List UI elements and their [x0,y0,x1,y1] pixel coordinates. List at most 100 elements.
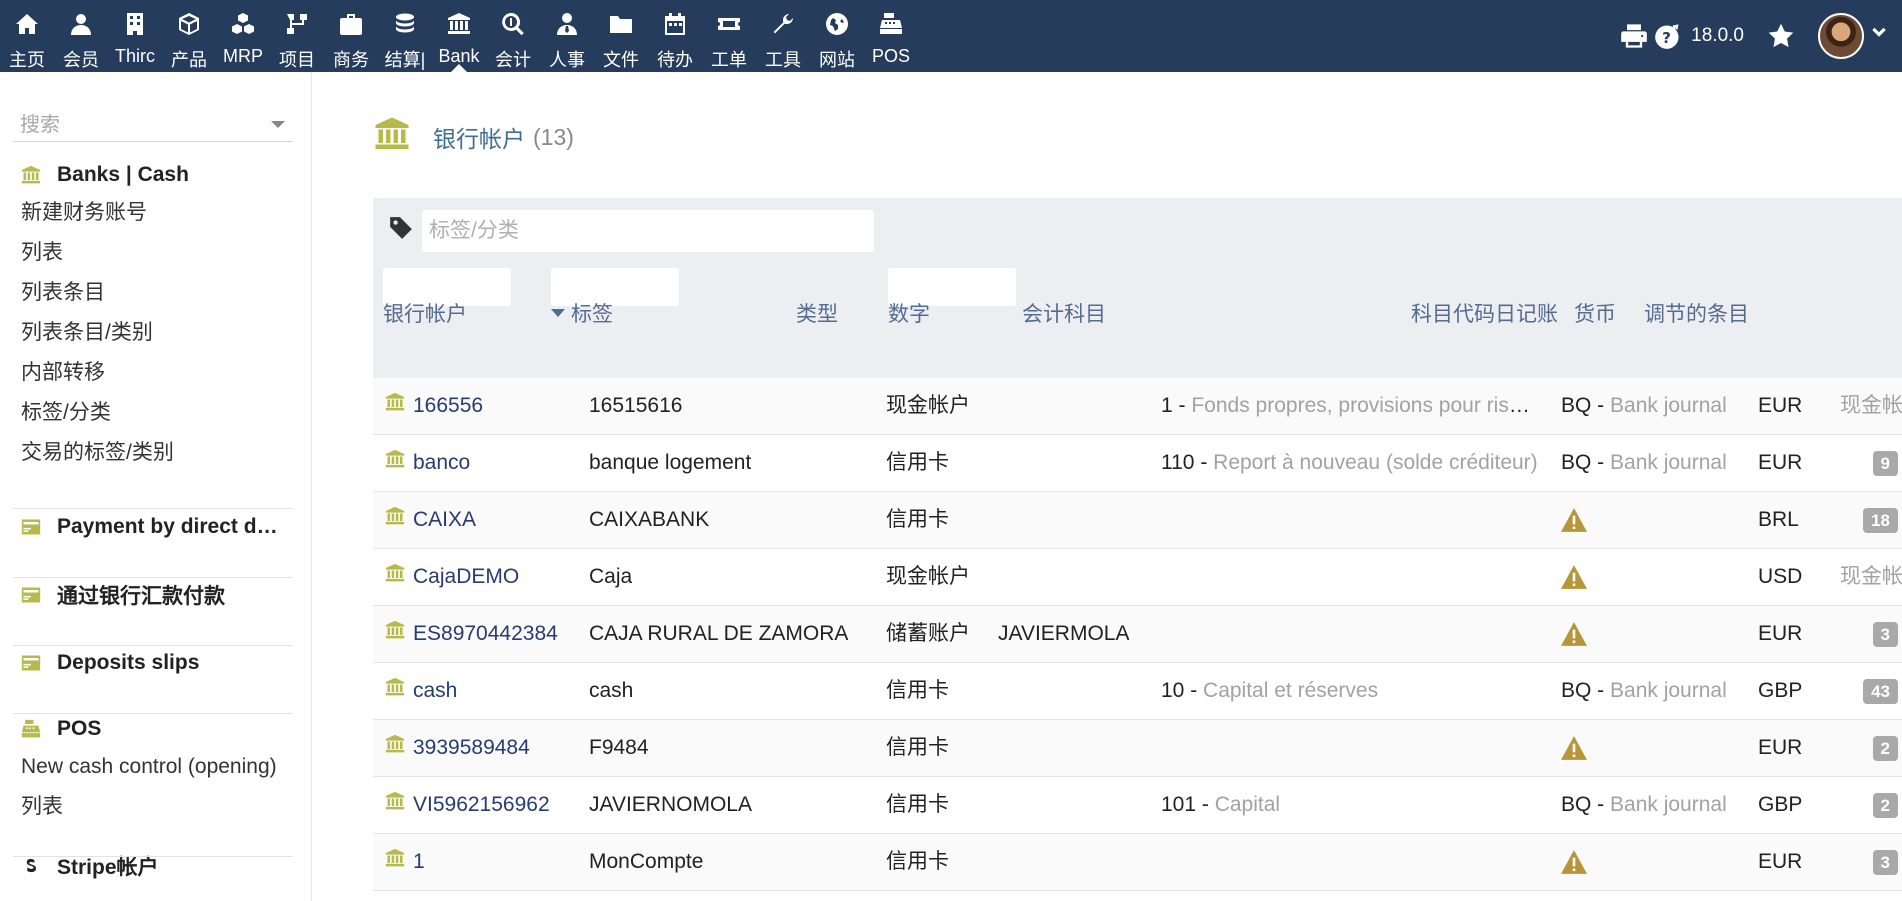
account-link[interactable]: CajaDEMO [385,549,519,605]
sidebar-link[interactable]: 新建财务账号 [0,193,300,233]
column-header-reconciled[interactable]: 调节的条目 [1644,298,1902,328]
warning-icon [1561,565,1587,590]
table-row[interactable]: 3939589484 F9484 信用卡 EUR 2 [373,720,1902,777]
nav-item-10[interactable]: 人事 [540,0,594,72]
sidebar-section-title[interactable]: Banks | Cash [0,157,311,193]
bank-icon [385,606,413,662]
column-header-type[interactable]: 类型 [796,298,838,328]
nav-item-7[interactable]: 结算| [378,0,432,72]
sidebar-link[interactable]: 列表 [0,787,300,827]
sidebar-search-input[interactable] [13,114,263,137]
nav-item-label: 结算| [384,50,426,70]
sidebar-link[interactable]: New cash control (opening) [0,747,300,787]
journal-name: Bank journal [1610,679,1727,702]
warning-icon [1561,622,1587,647]
column-header-accounting[interactable]: 会计科目 [1022,298,1106,328]
table-row[interactable]: VI5962156962 JAVIERNOMOLA 信用卡 101 - Capital… [373,777,1902,834]
account-label: Caja [589,565,633,588]
nav-item-2[interactable]: Thirc [108,0,162,72]
bookmark-star-icon[interactable] [1766,21,1796,51]
journal-cell: BQ - Bank journal [1561,777,1737,833]
nav-item-14[interactable]: 工具 [756,0,810,72]
caret-down-icon[interactable] [271,121,285,128]
nav-item-8[interactable]: Bank [432,0,486,72]
nav-item-9[interactable]: 会计 [486,0,540,72]
column-header-label[interactable]: 标签 [551,298,613,328]
print-icon[interactable] [1619,21,1649,51]
bank-icon [385,492,413,548]
building-icon [123,12,147,42]
sidebar-section-label: Banks | Cash [57,163,189,186]
nav-item-4[interactable]: MRP [216,0,270,72]
currency-code: BRL [1758,508,1799,531]
table-row[interactable]: CAIXA CAIXABANK 信用卡 BRL 18 [373,492,1902,549]
sidebar-link[interactable]: 交易的标签/类别 [0,433,300,473]
journal-cell: BQ - Bank journal [1561,663,1737,719]
table-row[interactable]: 1 MonCompte 信用卡 EUR 3 [373,834,1902,891]
nav-item-5[interactable]: 项目 [270,0,324,72]
nav-item-3[interactable]: 产品 [162,0,216,72]
bank-icon [20,165,42,185]
account-type: 储蓄账户 [886,622,970,645]
account-ref: banco [413,451,471,474]
reconciled-cell: 3 [1833,834,1902,890]
sidebar-section-title[interactable]: Payment by direct debit [0,509,311,545]
column-header-journal[interactable]: 科目代码日记账 [1411,298,1558,328]
nav-item-label: 会员 [63,50,99,70]
tag-icon [388,215,414,247]
chevron-down-icon[interactable] [1870,24,1888,48]
bank-icon [385,663,413,719]
nav-item-0[interactable]: 主页 [0,0,54,72]
sidebar-search[interactable] [13,110,293,142]
user-tie-icon [555,12,579,42]
column-header-number[interactable]: 数字 [888,298,930,328]
column-header-currency[interactable]: 货币 [1574,298,1616,328]
account-link[interactable]: 3939589484 [385,720,530,776]
table-row[interactable]: 166556 16515616 现金帐户 1 - Fonds propres, pro… [373,378,1902,435]
nav-item-11[interactable]: 文件 [594,0,648,72]
sidebar-link[interactable]: 列表条目/类别 [0,313,300,353]
journal-cell [1561,720,1737,776]
column-header-account[interactable]: 银行帐户 [383,298,467,328]
account-link[interactable]: CAIXA [385,492,476,548]
table-row[interactable]: cash cash 信用卡 10 - Capital et réserves BQ - … [373,663,1902,720]
help-icon[interactable]: ? [1653,21,1683,51]
reconciled-text: 现金帐户 [1840,394,1902,417]
account-link[interactable]: VI5962156962 [385,777,550,833]
account-link[interactable]: ES8970442384 [385,606,558,662]
table-row[interactable]: ES8970442384 CAJA RURAL DE ZAMORA 储蓄账户 JAVI… [373,606,1902,663]
nav-item-label: 网站 [819,50,855,70]
account-ref: cash [413,679,458,702]
nav-item-16[interactable]: POS [864,0,918,72]
reconciled-count-badge: 43 [1863,678,1898,704]
sidebar-link[interactable]: 标签/分类 [0,393,300,433]
tag-filter-input[interactable] [422,210,874,252]
account-link[interactable]: banco [385,435,470,491]
sidebar-divider [13,508,293,509]
nav-item-label: 待办 [657,50,693,70]
user-avatar[interactable] [1818,13,1864,59]
nav-item-13[interactable]: 工单 [702,0,756,72]
sidebar-section-title[interactable]: Stripe帐户 [0,848,311,884]
account-type: 信用卡 [886,679,949,702]
table-row[interactable]: CajaDEMO Caja 现金帐户 USD 现金帐户 [373,549,1902,606]
account-link[interactable]: cash [385,663,457,719]
account-link[interactable]: 166556 [385,378,483,434]
journal-code: BQ - [1561,793,1611,816]
account-label: CAJA RURAL DE ZAMORA [589,622,849,645]
sidebar-section-title[interactable]: Deposits slips [0,645,311,681]
sidebar-link[interactable]: 列表 [0,233,300,273]
sidebar-link[interactable]: 列表条目 [0,273,300,313]
currency-code: EUR [1758,736,1803,759]
nav-item-12[interactable]: 待办 [648,0,702,72]
sidebar-section-title[interactable]: POS [0,711,311,747]
nav-item-1[interactable]: 会员 [54,0,108,72]
sidebar-section-title[interactable]: 通过银行汇款付款 [0,577,311,613]
nav-item-6[interactable]: 商务 [324,0,378,72]
sidebar-link[interactable]: 内部转移 [0,353,300,393]
nav-item-15[interactable]: 网站 [810,0,864,72]
currency-code: GBP [1758,793,1803,816]
accounting-name: Report à nouveau (solde créditeur) [1213,451,1538,474]
table-row[interactable]: banco banque logement 信用卡 110 - Report à no… [373,435,1902,492]
account-link[interactable]: 1 [385,834,425,890]
